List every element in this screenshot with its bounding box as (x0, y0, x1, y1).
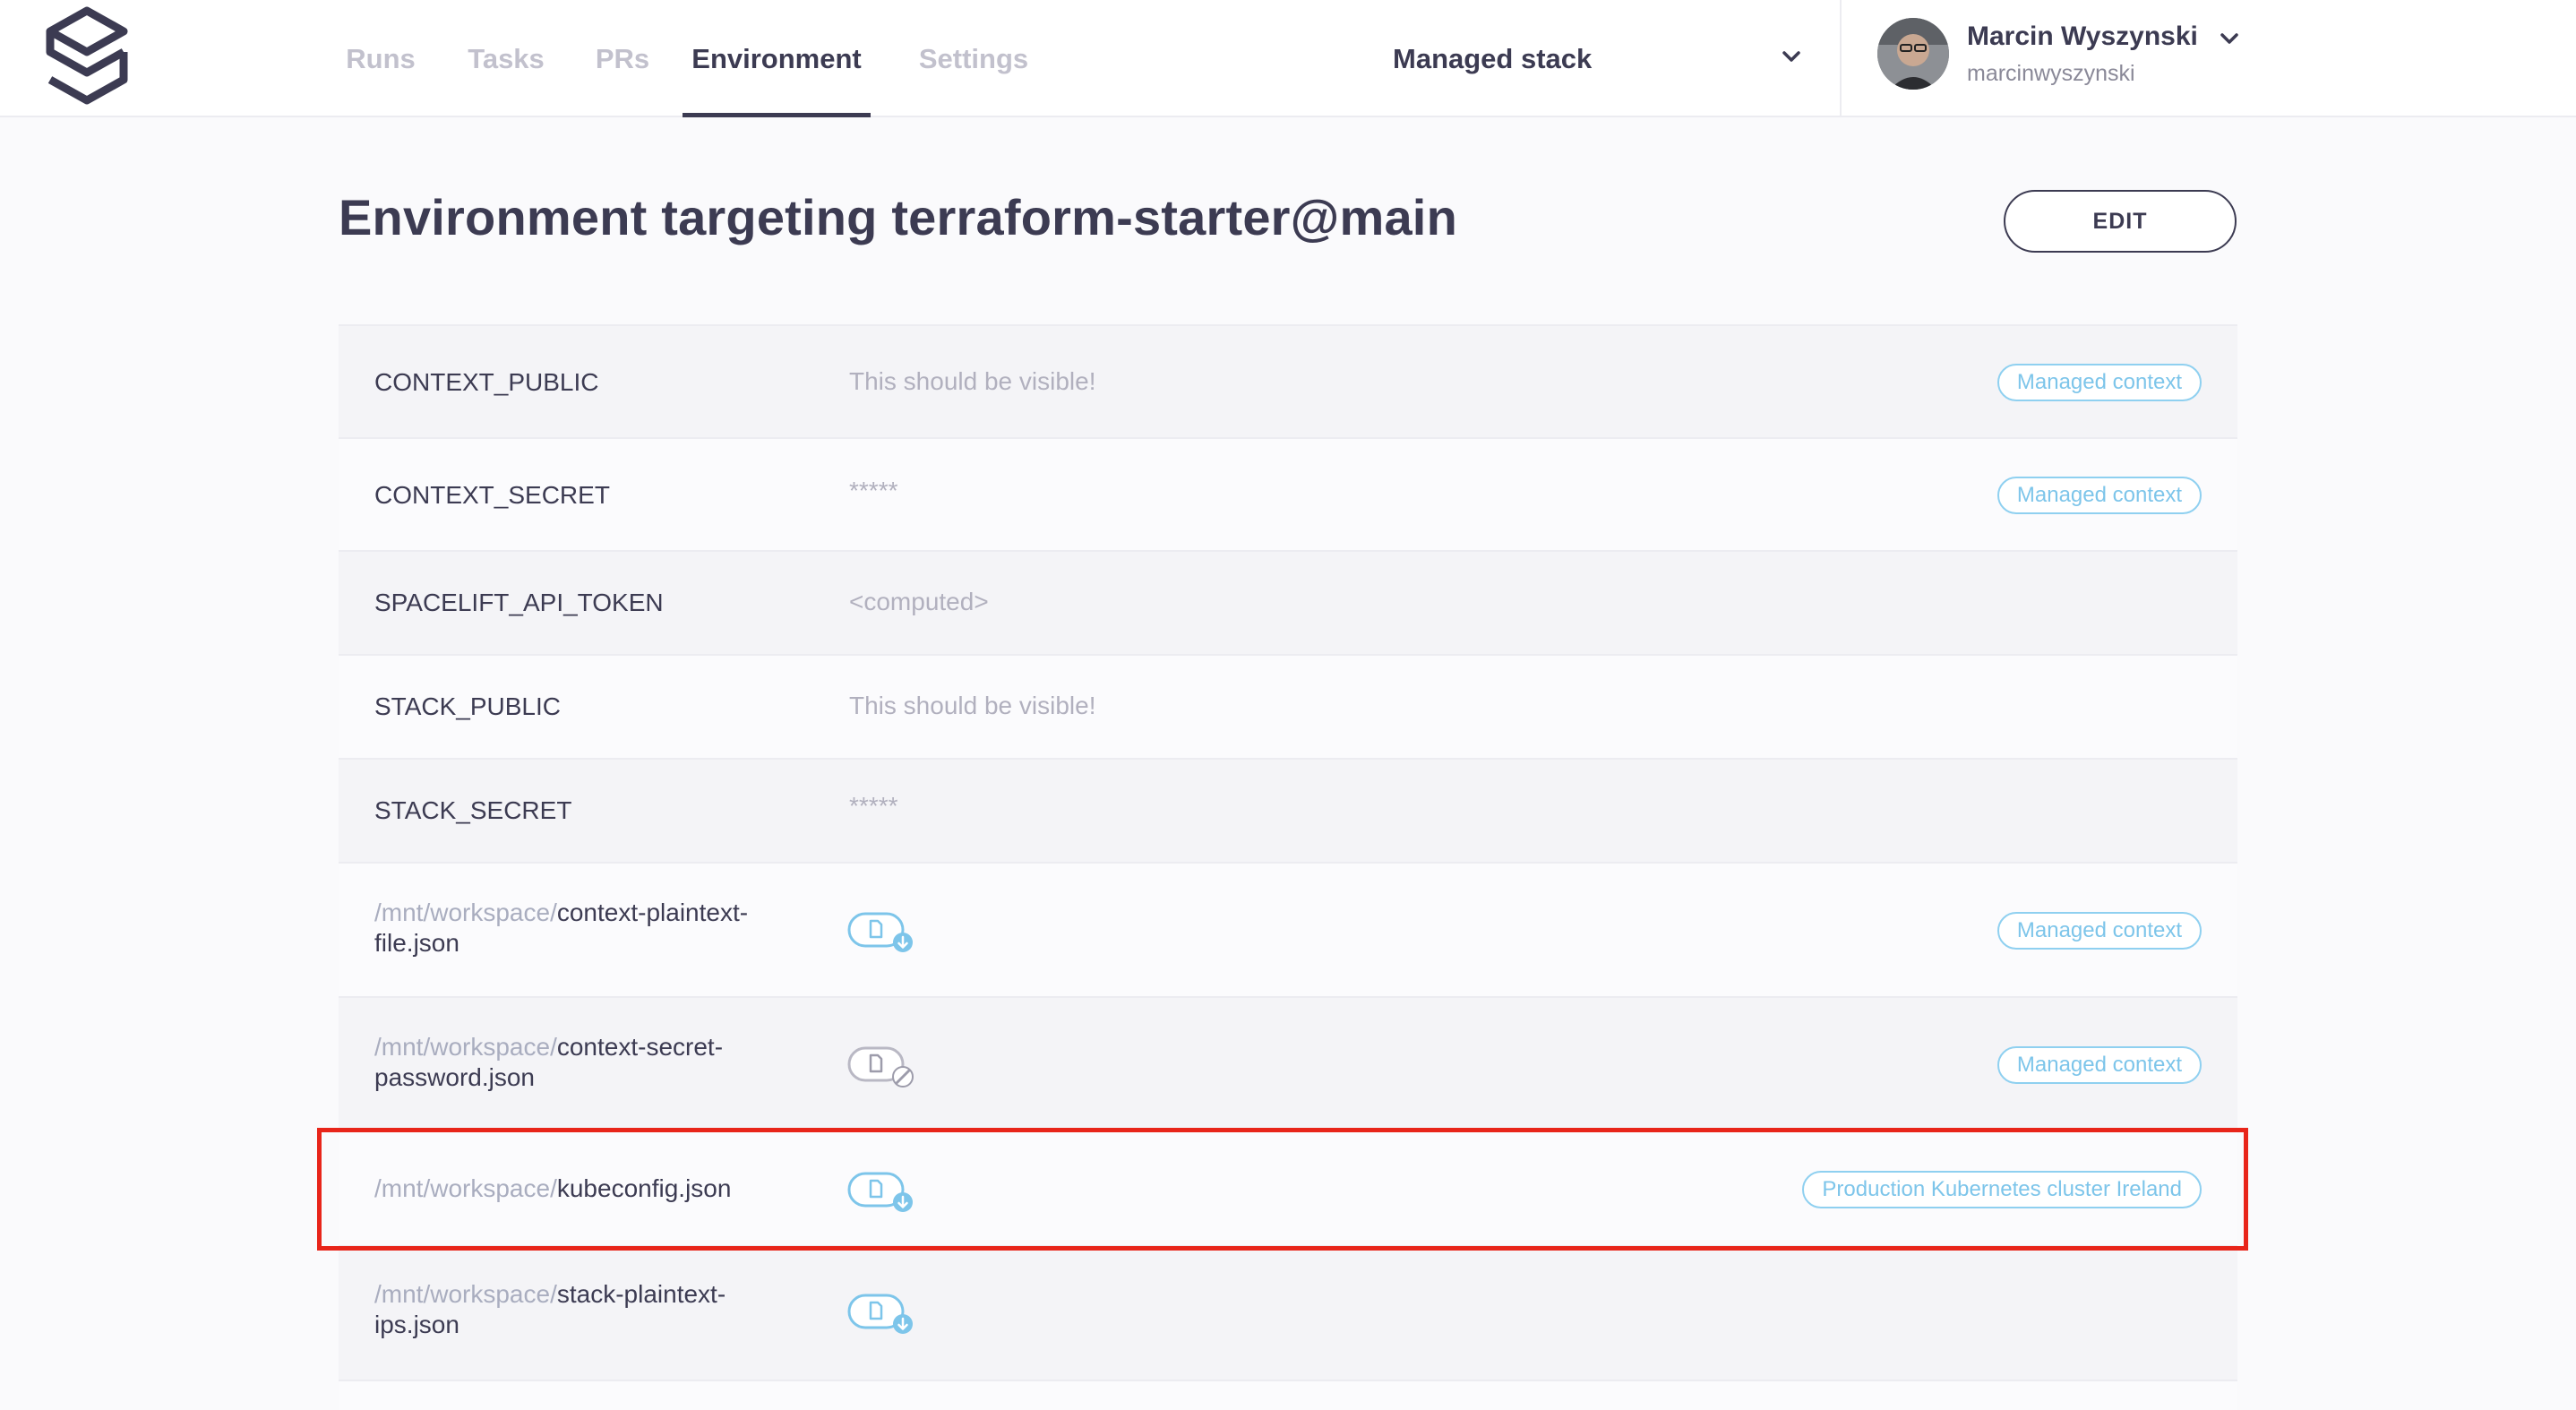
user-name: Marcin Wyszynski (1967, 21, 2198, 51)
avatar (1877, 18, 1949, 90)
file-name-cont: ips.json (374, 1311, 459, 1338)
env-var-value: This should be visible! (849, 367, 1096, 395)
file-name: context-secret- (556, 1033, 724, 1061)
spacelift-logo-icon[interactable] (39, 5, 134, 106)
file-secret-icon (847, 1046, 914, 1088)
file-download-icon[interactable] (847, 910, 917, 953)
context-badge[interactable]: Managed context (1996, 477, 2202, 514)
env-var-value: <computed> (849, 588, 989, 615)
file-download-icon[interactable] (847, 1292, 917, 1335)
stack-selector-label: Managed stack (1393, 42, 1593, 74)
file-path: /mnt/workspace/kubeconfig.json (374, 1174, 731, 1204)
env-row-spacelift-api-token: SPACELIFT_API_TOKEN <computed> (339, 550, 2237, 654)
env-row-context-secret: CONTEXT_SECRET ***** Managed context (339, 437, 2237, 550)
top-bar: Runs Tasks PRs Environment Settings Mana… (0, 0, 2576, 117)
edit-button[interactable]: EDIT (2004, 190, 2237, 253)
mount-path: /mnt/workspace/ (374, 1174, 557, 1202)
mount-path: /mnt/workspace/ (374, 1280, 557, 1308)
env-row-stack-secret: STACK_SECRET ***** (339, 758, 2237, 862)
env-var-name: CONTEXT_PUBLIC (374, 368, 599, 396)
topbar-divider (1840, 0, 1842, 117)
file-path: /mnt/workspace/stack-plaintext- ips.json (374, 1279, 726, 1340)
env-var-value: This should be visible! (849, 692, 1096, 719)
table-row-partial (339, 1380, 2237, 1410)
file-name: kubeconfig.json (556, 1174, 732, 1202)
file-name-cont: file.json (374, 929, 459, 957)
mount-path: /mnt/workspace/ (374, 898, 557, 926)
main-nav: Runs Tasks PRs Environment Settings (322, 0, 1050, 117)
file-name: context-plaintext- (556, 898, 749, 926)
file-row-stack-plaintext: /mnt/workspace/stack-plaintext- ips.json (339, 1245, 2237, 1380)
file-path: /mnt/workspace/context-secret- password.… (374, 1032, 723, 1093)
context-badge[interactable]: Managed context (1996, 1046, 2202, 1084)
env-var-name: STACK_SECRET (374, 796, 572, 824)
file-row-context-secret: /mnt/workspace/context-secret- password.… (339, 996, 2237, 1131)
tab-runs[interactable]: Runs (322, 0, 439, 117)
tab-settings[interactable]: Settings (897, 0, 1050, 117)
context-badge[interactable]: Managed context (1996, 912, 2202, 950)
mount-path: /mnt/workspace/ (374, 1033, 557, 1061)
file-name-cont: password.json (374, 1063, 535, 1091)
user-handle: marcinwyszynski (1967, 61, 2135, 86)
file-row-context-plaintext: /mnt/workspace/context-plaintext- file.j… (339, 862, 2237, 996)
tab-tasks[interactable]: Tasks (448, 0, 564, 117)
file-row-kubeconfig: /mnt/workspace/kubeconfig.json Productio… (339, 1131, 2237, 1245)
file-name: stack-plaintext- (556, 1280, 726, 1308)
tab-environment[interactable]: Environment (683, 0, 871, 117)
env-var-name: CONTEXT_SECRET (374, 481, 610, 509)
env-var-value: ***** (849, 792, 898, 820)
env-row-context-public: CONTEXT_PUBLIC This should be visible! M… (339, 324, 2237, 437)
file-download-icon[interactable] (847, 1170, 917, 1213)
tab-prs[interactable]: PRs (573, 0, 672, 117)
env-var-name: STACK_PUBLIC (374, 692, 561, 720)
chevron-down-icon (2220, 33, 2238, 44)
user-menu[interactable]: Marcin Wyszynski marcinwyszynski (1877, 16, 2254, 102)
context-badge[interactable]: Managed context (1996, 364, 2202, 401)
page-title: Environment targeting terraform-starter@… (339, 189, 1457, 245)
env-var-value: ***** (849, 477, 898, 504)
chevron-down-icon (1782, 51, 1800, 62)
context-badge[interactable]: Production Kubernetes cluster Ireland (1802, 1171, 2202, 1208)
env-row-stack-public: STACK_PUBLIC This should be visible! (339, 654, 2237, 758)
environment-table: CONTEXT_PUBLIC This should be visible! M… (339, 324, 2237, 1410)
file-path: /mnt/workspace/context-plaintext- file.j… (374, 898, 748, 959)
stack-selector[interactable]: Managed stack (1393, 0, 1805, 117)
env-var-name: SPACELIFT_API_TOKEN (374, 589, 664, 616)
